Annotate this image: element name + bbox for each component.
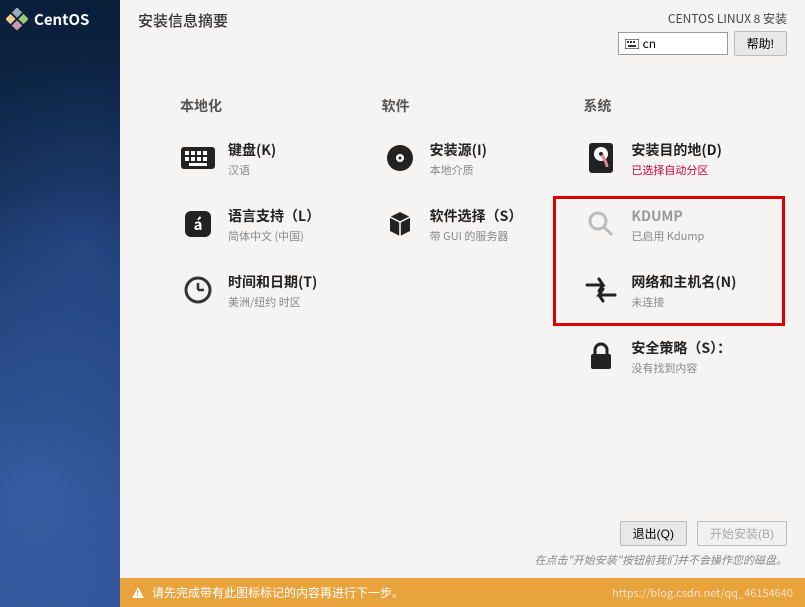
spoke-installation-destination[interactable]: 安装目的地(D) 已选择自动分区 xyxy=(583,140,785,178)
lock-icon xyxy=(583,338,619,374)
begin-install-button[interactable]: 开始安装(B) xyxy=(697,521,787,546)
spoke-status: 带 GUI 的服务器 xyxy=(430,228,523,244)
column-heading: 系统 xyxy=(583,96,785,116)
svg-text:á: á xyxy=(194,214,203,235)
spoke-title: 安装目的地(D) xyxy=(631,140,722,160)
sidebar: CentOS xyxy=(0,0,120,607)
logo: CentOS xyxy=(0,0,120,38)
column-heading: 本地化 xyxy=(180,96,382,116)
warning-bar[interactable]: 请先完成带有此图标标记的内容再进行下一步。 https://blog.csdn.… xyxy=(120,578,805,607)
product-label: CENTOS LINUX 8 安装 xyxy=(668,10,787,27)
keyboard-lang-code: cn xyxy=(643,35,656,52)
warning-icon xyxy=(132,587,144,598)
quit-button[interactable]: 退出(Q) xyxy=(620,521,687,546)
spoke-status: 本地介质 xyxy=(430,162,487,178)
spoke-title: 键盘(K) xyxy=(228,140,276,160)
footer-hint: 在点击"开始安装"按钮前我们并不会操作您的磁盘。 xyxy=(535,552,787,568)
spoke-datetime[interactable]: 时间和日期(T) 美洲/纽约 时区 xyxy=(180,272,382,310)
watermark-text: https://blog.csdn.net/qq_46154640 xyxy=(612,585,793,601)
harddisk-icon xyxy=(583,140,619,176)
spoke-keyboard[interactable]: 键盘(K) 汉语 xyxy=(180,140,382,178)
spoke-title: 语言支持（L） xyxy=(228,206,320,226)
disc-icon xyxy=(382,140,418,176)
spoke-title: 安全策略（S）： xyxy=(631,338,731,358)
spoke-title: 时间和日期(T) xyxy=(228,272,317,292)
spoke-title: 安装源(I) xyxy=(430,140,487,160)
spoke-title: KDUMP xyxy=(631,206,704,226)
spoke-network[interactable]: 网络和主机名(N) 未连接 xyxy=(583,272,785,310)
keyboard-icon xyxy=(625,39,639,49)
spoke-status: 已启用 Kdump xyxy=(631,228,704,244)
spoke-title: 软件选择（S） xyxy=(430,206,523,226)
centos-logo-icon xyxy=(6,8,28,30)
header: 安装信息摘要 CENTOS LINUX 8 安装 cn 帮助! xyxy=(120,0,805,56)
column-system: 系统 安装目的地(D) 已选择自动分区 KDUMP xyxy=(583,96,785,513)
spoke-security[interactable]: 安全策略（S）： 没有找到内容 xyxy=(583,338,785,376)
warning-text: 请先完成带有此图标标记的内容再进行下一步。 xyxy=(152,584,404,601)
spoke-kdump[interactable]: KDUMP 已启用 Kdump xyxy=(583,206,785,244)
spoke-status: 美洲/纽约 时区 xyxy=(228,294,317,310)
column-heading: 软件 xyxy=(382,96,584,116)
help-button[interactable]: 帮助! xyxy=(734,31,787,56)
spoke-status: 汉语 xyxy=(228,162,276,178)
spoke-status: 简体中文 (中国) xyxy=(228,228,320,244)
keyboard-indicator[interactable]: cn xyxy=(618,32,728,55)
clock-icon xyxy=(180,272,216,308)
spoke-installation-source[interactable]: 安装源(I) 本地介质 xyxy=(382,140,584,178)
package-icon xyxy=(382,206,418,242)
language-icon: á xyxy=(180,206,216,242)
spoke-title: 网络和主机名(N) xyxy=(631,272,736,292)
magnifier-icon xyxy=(583,206,619,242)
keyboard-icon xyxy=(180,140,216,176)
footer: 退出(Q) 开始安装(B) 在点击"开始安装"按钮前我们并不会操作您的磁盘。 xyxy=(120,513,805,578)
spoke-software-selection[interactable]: 软件选择（S） 带 GUI 的服务器 xyxy=(382,206,584,244)
main-panel: 安装信息摘要 CENTOS LINUX 8 安装 cn 帮助! 本地 xyxy=(120,0,805,607)
column-software: 软件 安装源(I) 本地介质 软件选择（S） xyxy=(382,96,584,513)
logo-text: CentOS xyxy=(34,9,89,30)
content: 本地化 键盘(K) 汉语 á 语言支持（L） xyxy=(120,56,805,513)
spoke-status: 没有找到内容 xyxy=(631,360,731,376)
page-title: 安装信息摘要 xyxy=(138,10,228,56)
network-icon xyxy=(583,272,619,308)
spoke-status: 未连接 xyxy=(631,294,736,310)
spoke-language[interactable]: á 语言支持（L） 简体中文 (中国) xyxy=(180,206,382,244)
spoke-status: 已选择自动分区 xyxy=(631,162,722,178)
column-localization: 本地化 键盘(K) 汉语 á 语言支持（L） xyxy=(180,96,382,513)
